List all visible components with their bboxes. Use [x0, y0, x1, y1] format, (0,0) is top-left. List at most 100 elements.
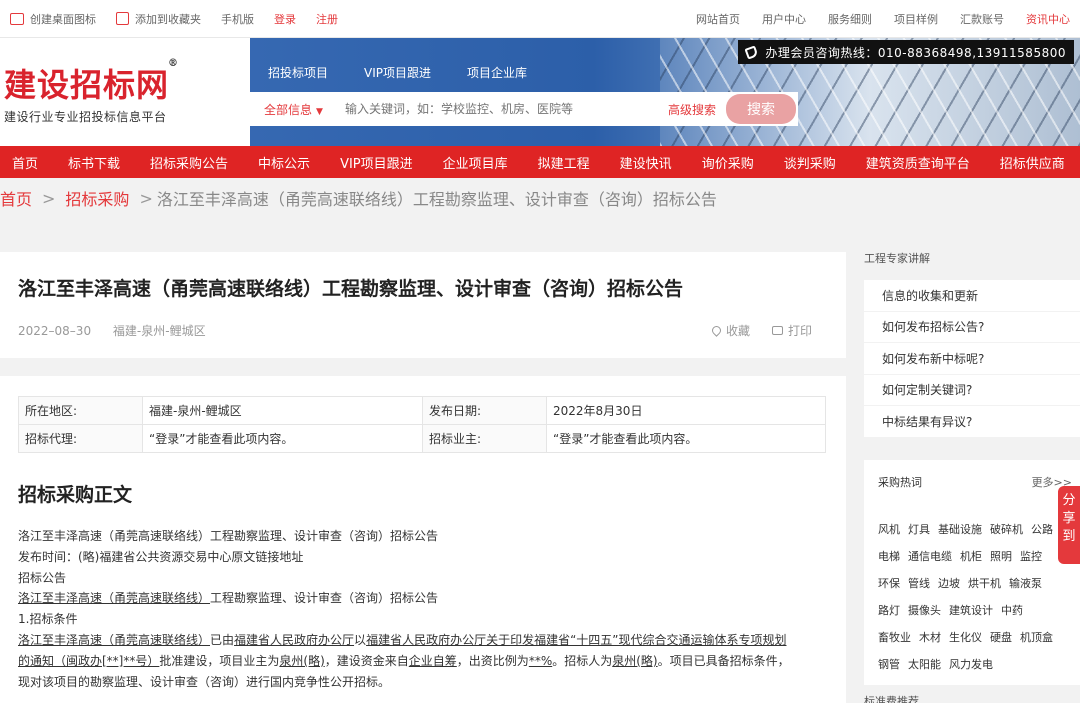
add-favorite-link[interactable]: 添加到收藏夹: [116, 11, 201, 27]
article-meta: 2022–08–30 福建-泉州-鲤城区: [18, 322, 224, 339]
body-link[interactable]: 的通知（闽政办[**]**号）: [18, 654, 159, 668]
date-label: 发布日期:: [422, 396, 547, 425]
hot-word[interactable]: 照明: [990, 550, 1012, 563]
create-desktop-icon-link[interactable]: 创建桌面图标: [10, 11, 96, 27]
hot-word[interactable]: 灯具: [908, 523, 930, 536]
date-value: 2022年8月30日: [546, 396, 826, 425]
nav-inquiry-procurement[interactable]: 询价采购: [702, 153, 754, 172]
body-link[interactable]: 泉州(略): [279, 654, 324, 668]
table-row: 所在地区: 福建-泉州-鲤城区 发布日期: 2022年8月30日: [18, 396, 826, 425]
advanced-search-link[interactable]: 高级搜索: [668, 101, 716, 118]
hot-word[interactable]: 破碎机: [990, 523, 1023, 536]
body-link[interactable]: 福建省人民政府办公厅: [234, 633, 354, 647]
body-link[interactable]: 企业自筹: [409, 654, 457, 668]
hot-word[interactable]: 钢管: [878, 658, 900, 671]
hot-word[interactable]: 边坡: [938, 577, 960, 590]
hot-word[interactable]: 路灯: [878, 604, 900, 617]
nav-suppliers[interactable]: 招标供应商: [1000, 153, 1065, 172]
hot-word[interactable]: 机柜: [960, 550, 982, 563]
hot-word[interactable]: 公路: [1031, 523, 1053, 536]
monitor-icon: [10, 12, 24, 25]
breadcrumb-separator: >: [42, 188, 56, 208]
hot-word[interactable]: 输液泵: [1009, 577, 1042, 590]
body-link[interactable]: **%: [529, 654, 552, 668]
body-link[interactable]: 洛江至丰泽高速（甬莞高速联络线）: [18, 591, 210, 605]
register-link[interactable]: 注册: [316, 11, 338, 27]
hot-word[interactable]: 风机: [878, 523, 900, 536]
hot-word[interactable]: 监控: [1020, 550, 1042, 563]
breadcrumb-separator: >: [139, 188, 153, 208]
hot-word[interactable]: 硬盘: [990, 631, 1012, 644]
tab-bidding-projects[interactable]: 招投标项目: [268, 64, 328, 81]
nav-tender-download[interactable]: 标书下载: [68, 153, 120, 172]
search-scope-select[interactable]: 全部信息 ▼: [250, 101, 337, 118]
breadcrumb-home[interactable]: 首页: [0, 186, 32, 210]
site-logo[interactable]: 建设招标网 ®: [4, 58, 178, 106]
article-title: 洛江至丰泽高速（甬莞高速联络线）工程勘察监理、设计审查（咨询）招标公告: [18, 278, 684, 300]
tag-row: 风机 灯具 基础设施 破碎机 公路: [878, 516, 1078, 543]
phone-icon: [744, 44, 759, 60]
hot-word[interactable]: 建筑设计: [949, 604, 993, 617]
hot-word[interactable]: 管线: [908, 577, 930, 590]
body-link[interactable]: 洛江至丰泽高速（甬莞高速联络线）: [18, 633, 210, 647]
news-center-link[interactable]: 资讯中心: [1026, 11, 1070, 27]
hot-word[interactable]: 畜牧业: [878, 631, 911, 644]
hot-word[interactable]: 环保: [878, 577, 900, 590]
nav-vip-tracking[interactable]: VIP项目跟进: [340, 153, 413, 172]
hot-words-panel: 采购热词 更多>> 风机 灯具 基础设施 破碎机 公路 电梯 通信电缆 机柜 照明 监控 环保管…: [864, 460, 1080, 685]
nav-procurement-notices[interactable]: 招标采购公告: [150, 153, 228, 172]
nav-home[interactable]: 首页: [12, 153, 38, 172]
expert-panel-title: 工程专家讲解: [864, 252, 930, 265]
hot-word[interactable]: 电梯: [878, 550, 900, 563]
nav-company-projects[interactable]: 企业项目库: [443, 153, 508, 172]
list-item[interactable]: 如何发布新中标呢?: [864, 343, 1080, 375]
tag-row: 环保 管线 边坡 烘干机 输液泵: [878, 570, 1078, 597]
body-link[interactable]: 泉州(略): [612, 654, 657, 668]
nav-negotiation-procurement[interactable]: 谈判采购: [784, 153, 836, 172]
project-samples-link[interactable]: 项目样例: [894, 11, 938, 27]
mobile-link[interactable]: 手机版: [221, 11, 254, 27]
site-slogan: 建设行业专业招投标信息平台: [4, 110, 167, 124]
list-item[interactable]: 如何定制关键词?: [864, 374, 1080, 406]
search-input[interactable]: [336, 102, 668, 116]
hot-word[interactable]: 中药: [1001, 604, 1023, 617]
tab-project-companies[interactable]: 项目企业库: [467, 64, 527, 81]
hot-word[interactable]: 生化仪: [949, 631, 982, 644]
breadcrumb: 首页 > 招标采购 > 洛江至丰泽高速（甬莞高速联络线）工程勘察监理、设计审查（…: [0, 178, 1080, 218]
hot-word[interactable]: 摄像头: [908, 604, 941, 617]
hot-word[interactable]: 机顶盒: [1020, 631, 1053, 644]
breadcrumb-section[interactable]: 招标采购: [65, 186, 129, 210]
list-item[interactable]: 中标结果有异议?: [864, 406, 1080, 438]
service-terms-link[interactable]: 服务细则: [828, 11, 872, 27]
home-link[interactable]: 网站首页: [696, 11, 740, 27]
hot-word[interactable]: 基础设施: [938, 523, 982, 536]
list-item[interactable]: 如何发布招标公告?: [864, 311, 1080, 343]
folder-icon: [116, 12, 129, 25]
nav-qualification-query[interactable]: 建筑资质查询平台: [866, 153, 970, 172]
search-button[interactable]: 搜索: [726, 94, 796, 124]
favorite-button[interactable]: 收藏: [710, 322, 750, 339]
hot-word[interactable]: 木材: [919, 631, 941, 644]
user-center-link[interactable]: 用户中心: [762, 11, 806, 27]
remittance-account-link[interactable]: 汇款账号: [960, 11, 1004, 27]
print-button[interactable]: 打印: [771, 322, 812, 339]
top-bar: 创建桌面图标 添加到收藏夹 手机版 登录 注册 网站首页 用户中心 服务细则 项…: [0, 0, 1080, 38]
body-line: 1.招标条件: [18, 612, 78, 627]
hot-word[interactable]: 烘干机: [968, 577, 1001, 590]
hot-word[interactable]: 风力发电: [949, 658, 993, 671]
site-header: 建设招标网 ® 建设行业专业招投标信息平台 办理会员咨询热线：010-883684…: [0, 38, 1080, 146]
body-line: 洛江至丰泽高速（甬莞高速联络线）已由福建省人民政府办公厅以福建省人民政府办公厅关…: [18, 632, 787, 647]
nav-award-notices[interactable]: 中标公示: [258, 153, 310, 172]
login-link[interactable]: 登录: [274, 11, 296, 27]
hotline-banner: 办理会员咨询热线：010-88368498,13911585800: [738, 40, 1074, 64]
tab-vip-tracking[interactable]: VIP项目跟进: [364, 64, 431, 81]
nav-proposed-projects[interactable]: 拟建工程: [538, 153, 590, 172]
nav-construction-news[interactable]: 建设快讯: [620, 153, 672, 172]
body-link[interactable]: 福建省人民政府办公厅关于印发福建省“十四五”现代综合交通运输体系专项规划: [366, 633, 786, 647]
share-button[interactable]: 分享到: [1058, 486, 1080, 564]
body-line: 洛江至丰泽高速（甬莞高速联络线）工程勘察监理、设计审查（咨询）招标公告: [18, 529, 439, 543]
article-body: 所在地区: 福建-泉州-鲤城区 发布日期: 2022年8月30日 招标代理: “…: [0, 376, 846, 703]
hot-word[interactable]: 太阳能: [908, 658, 941, 671]
hot-word[interactable]: 通信电缆: [908, 550, 952, 563]
list-item[interactable]: 信息的收集和更新: [864, 280, 1080, 312]
